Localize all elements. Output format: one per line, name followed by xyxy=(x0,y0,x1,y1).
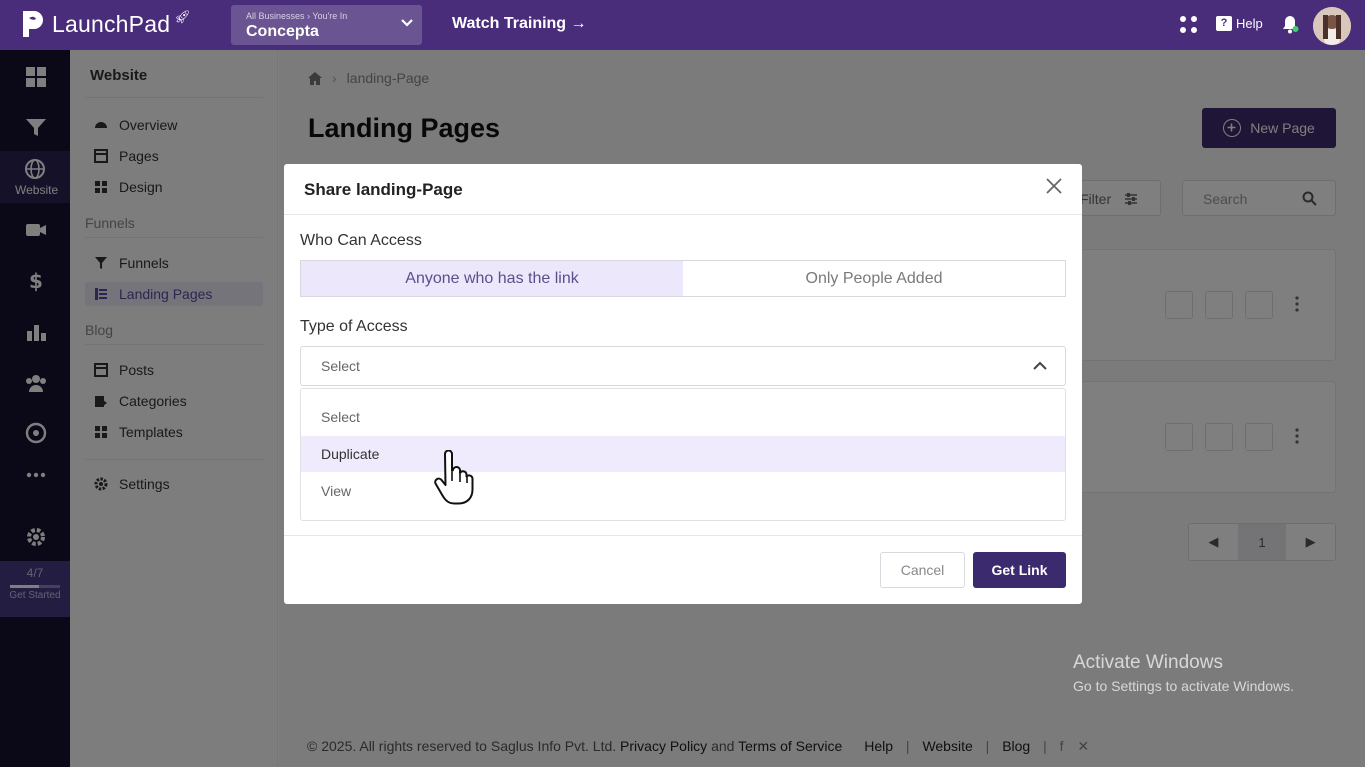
brand-logo[interactable]: LaunchPad 🚀︎ xyxy=(20,9,191,39)
get-link-button[interactable]: Get Link xyxy=(973,552,1066,588)
top-bar: LaunchPad 🚀︎ All Businesses › You're In … xyxy=(0,0,1365,50)
dropdown-option-select[interactable]: Select xyxy=(301,399,1065,435)
business-switcher[interactable]: All Businesses › You're In Concepta xyxy=(231,5,422,45)
notification-bell-icon[interactable] xyxy=(1281,14,1299,34)
hand-pointer-icon xyxy=(434,450,474,505)
user-avatar[interactable] xyxy=(1313,7,1351,45)
business-name: Concepta xyxy=(246,23,319,40)
dropdown-option-duplicate[interactable]: Duplicate xyxy=(301,436,1065,472)
select-value: Select xyxy=(321,358,360,374)
chevron-down-icon xyxy=(401,19,413,27)
close-icon[interactable] xyxy=(1045,177,1063,195)
access-option-people-added[interactable]: Only People Added xyxy=(683,261,1065,296)
dropdown-option-view[interactable]: View xyxy=(301,473,1065,509)
help-button[interactable]: ? Help xyxy=(1216,16,1263,31)
access-option-anyone[interactable]: Anyone who has the link xyxy=(301,261,683,296)
access-type-dropdown: Select Duplicate View xyxy=(300,388,1066,521)
who-can-access-label: Who Can Access xyxy=(300,232,422,249)
business-crumb: All Businesses › You're In xyxy=(246,11,348,21)
brand-name: LaunchPad xyxy=(52,10,171,37)
share-modal: Share landing-Page Who Can Access Anyone… xyxy=(284,164,1082,604)
help-label: Help xyxy=(1236,16,1263,31)
access-type-select[interactable]: Select xyxy=(300,346,1066,386)
watermark-line-2: Go to Settings to activate Windows. xyxy=(1073,678,1294,694)
cancel-button[interactable]: Cancel xyxy=(880,552,965,588)
watch-training-link[interactable]: Watch Training → xyxy=(452,15,587,33)
chevron-up-icon xyxy=(1033,361,1047,370)
watermark-line-1: Activate Windows xyxy=(1073,652,1223,673)
rocket-icon: 🚀︎ xyxy=(174,9,191,24)
apps-grid-icon[interactable] xyxy=(1180,16,1198,34)
access-toggle: Anyone who has the link Only People Adde… xyxy=(300,260,1066,297)
divider xyxy=(284,535,1082,536)
help-icon: ? xyxy=(1216,16,1232,31)
launchpad-logo-icon xyxy=(23,11,43,37)
divider xyxy=(284,214,1082,215)
windows-activation-watermark: Activate Windows Go to Settings to activ… xyxy=(1073,652,1294,694)
type-of-access-label: Type of Access xyxy=(300,318,408,335)
modal-title: Share landing-Page xyxy=(304,180,463,199)
